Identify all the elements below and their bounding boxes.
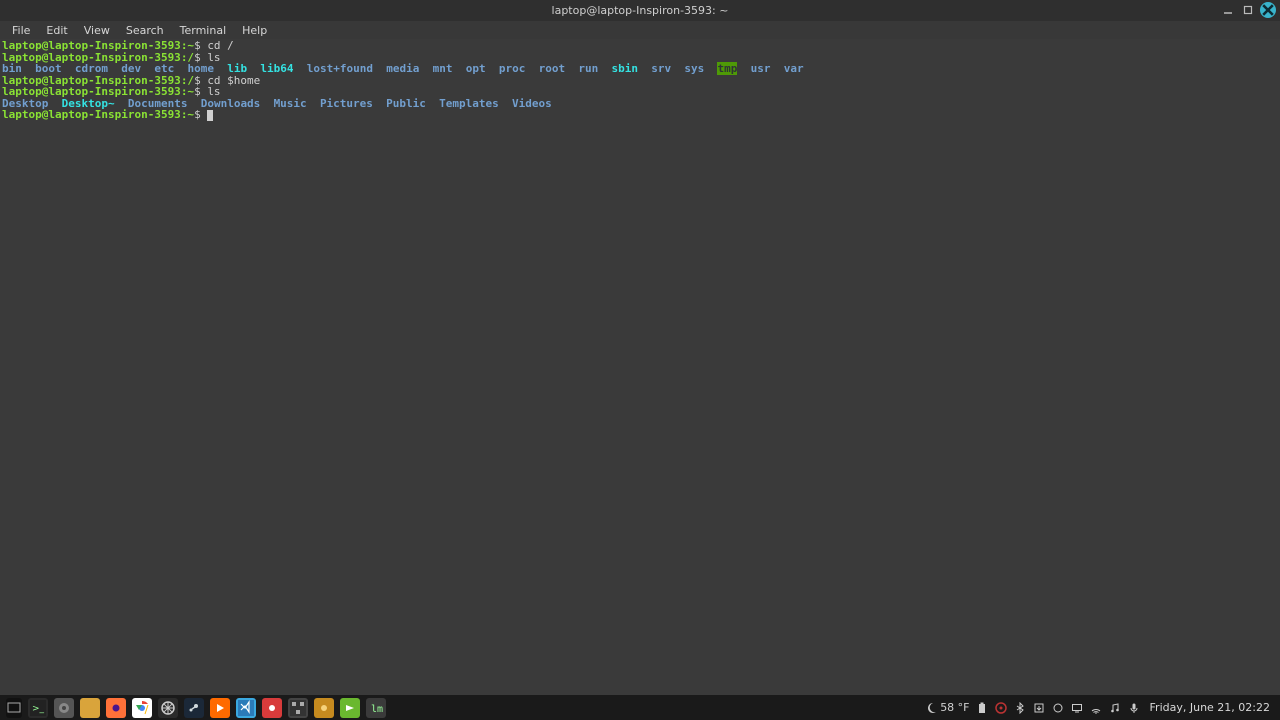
- close-button[interactable]: [1260, 2, 1276, 18]
- maximize-button[interactable]: [1240, 2, 1256, 18]
- obs-icon[interactable]: [994, 701, 1008, 715]
- launcher-media-player[interactable]: [210, 698, 230, 718]
- bluetooth-icon[interactable]: [1013, 701, 1027, 715]
- menu-edit[interactable]: Edit: [38, 22, 75, 39]
- launcher-files[interactable]: [80, 698, 100, 718]
- weather-applet[interactable]: 58 °F: [924, 701, 969, 715]
- launcher-mint-menu[interactable]: lm: [366, 698, 386, 718]
- svg-text:>_: >_: [32, 704, 45, 714]
- weather-temp: 58 °F: [940, 701, 969, 714]
- launcher-vscode[interactable]: [236, 698, 256, 718]
- battery-icon[interactable]: [975, 701, 989, 715]
- window-controls: [1220, 2, 1276, 18]
- menubar: File Edit View Search Terminal Help: [0, 21, 1280, 39]
- panel-launchers: >_ lm: [6, 698, 386, 718]
- panel-tray: 58 °F: [924, 701, 1274, 715]
- network-icon[interactable]: [1089, 701, 1103, 715]
- launcher-green-app[interactable]: [340, 698, 360, 718]
- launcher-gold-app[interactable]: [314, 698, 334, 718]
- launcher-firefox[interactable]: [106, 698, 126, 718]
- desktop-panel: >_ lm 58 °F: [0, 695, 1280, 720]
- microphone-icon[interactable]: [1127, 701, 1141, 715]
- clock[interactable]: Friday, June 21, 02:22: [1146, 701, 1274, 714]
- launcher-terminal[interactable]: >_: [28, 698, 48, 718]
- launcher-system-settings[interactable]: [54, 698, 74, 718]
- cursor: [207, 110, 213, 121]
- tray-indicator-icon[interactable]: [1051, 701, 1065, 715]
- titlebar[interactable]: laptop@laptop-Inspiron-3593: ~: [0, 0, 1280, 21]
- launcher-steam[interactable]: [184, 698, 204, 718]
- launcher-chrome[interactable]: [132, 698, 152, 718]
- moon-icon: [924, 701, 938, 715]
- show-desktop-button[interactable]: [6, 698, 22, 718]
- minimize-button[interactable]: [1220, 2, 1236, 18]
- launcher-red-app[interactable]: [262, 698, 282, 718]
- display-icon[interactable]: [1070, 701, 1084, 715]
- launcher-wheel[interactable]: [158, 698, 178, 718]
- menu-file[interactable]: File: [4, 22, 38, 39]
- terminal-viewport[interactable]: laptop@laptop-Inspiron-3593:~$ cd /lapto…: [0, 39, 1280, 695]
- terminal-window: laptop@laptop-Inspiron-3593: ~ File Edit…: [0, 0, 1280, 720]
- launcher-jetbrains[interactable]: [288, 698, 308, 718]
- window-title: laptop@laptop-Inspiron-3593: ~: [552, 4, 729, 17]
- menu-help[interactable]: Help: [234, 22, 275, 39]
- menu-search[interactable]: Search: [118, 22, 172, 39]
- update-icon[interactable]: [1032, 701, 1046, 715]
- svg-text:lm: lm: [371, 704, 383, 715]
- menu-view[interactable]: View: [76, 22, 118, 39]
- menu-terminal[interactable]: Terminal: [172, 22, 235, 39]
- music-icon[interactable]: [1108, 701, 1122, 715]
